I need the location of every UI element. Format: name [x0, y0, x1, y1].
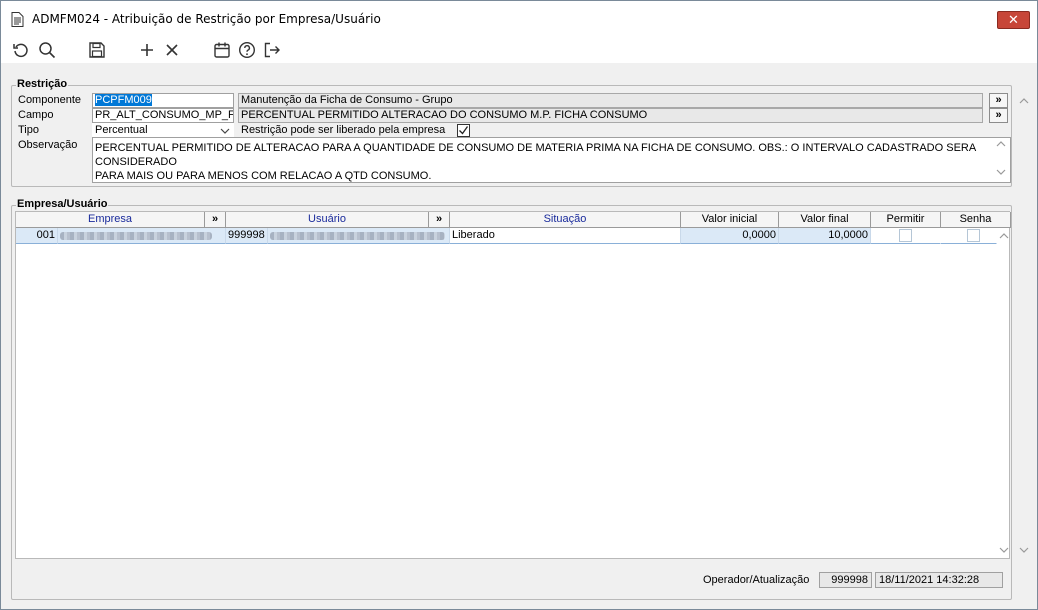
cell-empresa-code[interactable]: 001: [16, 228, 58, 244]
componente-expand-button[interactable]: »: [989, 93, 1008, 108]
add-icon[interactable]: [138, 41, 156, 59]
empresa-usuario-group-label: Empresa/Usuário: [16, 198, 109, 210]
column-header-situacao[interactable]: Situação: [450, 212, 681, 228]
empresa-expand-button[interactable]: »: [205, 212, 226, 228]
checkmark-icon: [459, 126, 469, 135]
cell-usuario-name[interactable]: [268, 228, 450, 244]
title-bar: ADMFM024 - Atribuição de Restrição por E…: [1, 1, 1037, 37]
tipo-select[interactable]: Percentual: [92, 123, 234, 138]
calendar-icon[interactable]: [213, 41, 231, 59]
cell-valor-inicial[interactable]: 0,0000: [681, 228, 779, 244]
tipo-value: Percentual: [95, 124, 148, 136]
redacted-usuario-name: [270, 232, 445, 240]
refresh-icon[interactable]: [12, 41, 30, 59]
operador-label: Operador/Atualização: [703, 574, 810, 586]
memo-scroll-down-icon[interactable]: [994, 167, 1008, 181]
tipo-label: Tipo: [18, 124, 39, 136]
componente-input[interactable]: PCPFM009: [92, 93, 234, 108]
operador-code-field: 999998: [819, 572, 872, 588]
form-scroll-down-icon[interactable]: [1017, 546, 1031, 557]
window-title: ADMFM024 - Atribuição de Restrição por E…: [32, 12, 381, 26]
campo-label: Campo: [18, 109, 54, 121]
redacted-empresa-name: [60, 232, 212, 240]
campo-input[interactable]: PR_ALT_CONSUMO_MP_FC: [92, 108, 234, 123]
usuario-expand-button[interactable]: »: [429, 212, 450, 228]
grid-scroll-down-icon[interactable]: [997, 546, 1011, 557]
toolbar: [1, 37, 1037, 63]
atualizacao-field: 18/11/2021 14:32:28: [875, 572, 1003, 588]
componente-value: PCPFM009: [95, 94, 152, 106]
campo-expand-button[interactable]: »: [989, 108, 1008, 123]
liberado-checkbox[interactable]: [457, 124, 470, 137]
observacao-line-2: PARA MAIS OU PARA MENOS COM RELACAO A QT…: [95, 170, 432, 182]
liberado-label: Restrição pode ser liberado pela empresa: [241, 124, 446, 136]
componente-label: Componente: [18, 94, 81, 106]
grid-scroll-up-icon[interactable]: [997, 232, 1011, 243]
senha-checkbox[interactable]: [967, 229, 980, 242]
cell-valor-final[interactable]: 10,0000: [779, 228, 871, 244]
delete-icon[interactable]: [163, 41, 181, 59]
close-button[interactable]: ✕: [997, 11, 1030, 29]
form-scroll-up-icon[interactable]: [1017, 97, 1031, 108]
observacao-textarea[interactable]: PERCENTUAL PERMITIDO DE ALTERACAO PARA A…: [92, 137, 1011, 183]
cell-situacao[interactable]: Liberado: [450, 228, 681, 244]
chevron-down-icon: [220, 124, 230, 137]
cell-permitir: [871, 228, 941, 244]
app-window: ADMFM024 - Atribuição de Restrição por E…: [0, 0, 1038, 610]
empresa-usuario-grid: Empresa » Usuário » Situação Valor inici…: [15, 211, 1011, 559]
document-icon: [11, 12, 24, 27]
componente-description: Manutenção da Ficha de Consumo - Grupo: [238, 93, 983, 108]
cell-empresa-name[interactable]: [58, 228, 226, 244]
column-header-valor-inicial[interactable]: Valor inicial: [681, 212, 779, 228]
column-header-senha[interactable]: Senha: [941, 212, 1011, 228]
save-icon[interactable]: [88, 41, 106, 59]
column-header-usuario[interactable]: Usuário: [226, 212, 429, 228]
help-icon[interactable]: [238, 41, 256, 59]
column-header-empresa[interactable]: Empresa: [16, 212, 205, 228]
cell-senha: [941, 228, 997, 244]
cell-usuario-code[interactable]: 999998: [226, 228, 268, 244]
search-icon[interactable]: [38, 41, 56, 59]
column-header-permitir[interactable]: Permitir: [871, 212, 941, 228]
permitir-checkbox[interactable]: [899, 229, 912, 242]
observacao-line-1: PERCENTUAL PERMITIDO DE ALTERACAO PARA A…: [95, 142, 976, 168]
column-header-valor-final[interactable]: Valor final: [779, 212, 871, 228]
memo-scroll-up-icon[interactable]: [994, 139, 1008, 153]
restricao-group-label: Restrição: [16, 78, 69, 90]
observacao-label: Observação: [18, 139, 78, 151]
exit-icon[interactable]: [263, 41, 281, 59]
campo-description: PERCENTUAL PERMITIDO ALTERACAO DO CONSUM…: [238, 108, 983, 123]
